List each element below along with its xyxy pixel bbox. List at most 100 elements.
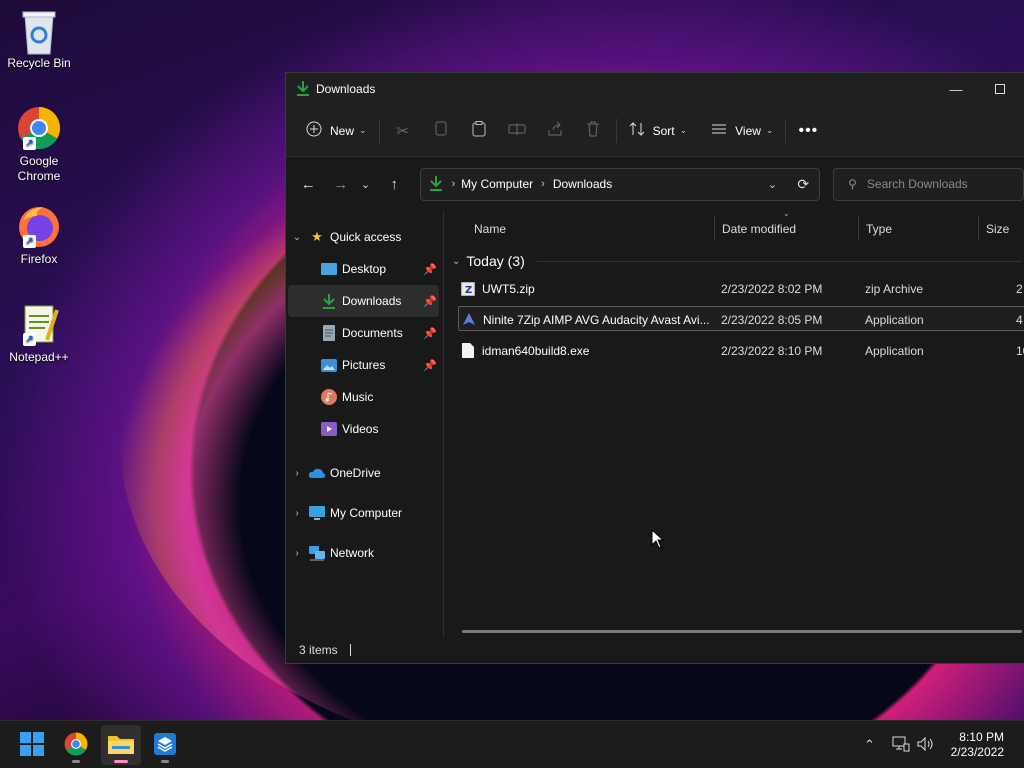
up-button[interactable]: ↑ xyxy=(380,169,409,199)
share-button[interactable] xyxy=(536,115,574,147)
arrow-left-icon: ← xyxy=(300,175,316,193)
chevron-up-icon: ⌃ xyxy=(864,737,875,752)
package-app-icon xyxy=(153,732,177,759)
start-button[interactable] xyxy=(12,725,52,765)
cut-button[interactable]: ✂ xyxy=(384,115,422,147)
nav-videos[interactable]: Videos xyxy=(286,413,443,445)
chevron-down-icon: ⌄ xyxy=(360,178,371,191)
chevron-down-icon: ⌄ xyxy=(765,125,774,135)
show-hidden-icons-button[interactable]: ⌃ xyxy=(864,721,875,768)
nav-quick-access[interactable]: ⌄ ★ Quick access xyxy=(286,221,443,253)
maximize-button[interactable] xyxy=(977,73,1023,105)
file-explorer-window: Downloads — New ⌄ ✂ Sort ⌄ View ⌄ ••• ← … xyxy=(285,72,1024,664)
minimize-icon: — xyxy=(949,81,963,97)
search-input[interactable]: ⚲ Search Downloads xyxy=(833,167,1024,201)
chevron-right-icon: › xyxy=(541,178,545,190)
status-bar: 3 items xyxy=(286,637,1024,663)
pin-icon[interactable]: 📌 xyxy=(423,295,437,308)
delete-button[interactable] xyxy=(574,115,612,147)
pin-icon[interactable]: 📌 xyxy=(423,263,437,276)
sort-chevron-icon: ⌄ xyxy=(783,209,790,218)
copy-icon xyxy=(434,121,448,141)
sort-icon xyxy=(629,122,645,139)
view-button[interactable]: View ⌄ xyxy=(703,115,781,147)
chevron-right-icon: › xyxy=(295,467,299,479)
status-divider xyxy=(349,644,351,656)
exe-file-icon xyxy=(460,343,476,359)
arrow-right-icon: → xyxy=(333,175,349,193)
address-history-chevron-icon[interactable]: ⌄ xyxy=(768,178,777,191)
nav-network[interactable]: › Network xyxy=(286,533,443,573)
address-bar[interactable]: › My Computer › Downloads ⌄ ⟳ xyxy=(420,167,821,201)
breadcrumb-downloads[interactable]: Downloads xyxy=(553,177,612,191)
nav-my-computer[interactable]: › My Computer xyxy=(286,493,443,533)
nav-pictures[interactable]: Pictures 📌 xyxy=(286,349,443,381)
column-name[interactable]: Name xyxy=(468,211,506,247)
minimize-button[interactable]: — xyxy=(933,73,979,105)
title-bar[interactable]: Downloads — xyxy=(286,73,1024,105)
new-button[interactable]: New ⌄ xyxy=(298,115,375,147)
network-icon xyxy=(308,545,326,561)
desktop-icon-firefox[interactable]: ↗ Firefox xyxy=(4,204,74,267)
recent-locations-button[interactable]: ⌄ xyxy=(355,169,376,199)
arrow-up-icon: ↑ xyxy=(390,175,398,193)
videos-icon xyxy=(320,421,338,437)
column-divider[interactable] xyxy=(858,215,859,241)
horizontal-scrollbar[interactable] xyxy=(462,630,1022,633)
column-type[interactable]: Type xyxy=(860,211,892,247)
sort-button[interactable]: Sort ⌄ xyxy=(621,115,696,147)
desktop-icon-notepadpp[interactable]: ↗ Notepad++ xyxy=(4,302,74,365)
desktop-icon-chrome[interactable]: ↗ Google Chrome xyxy=(4,106,74,184)
file-row[interactable]: idman640build8.exe 2/23/2022 8:10 PM App… xyxy=(458,338,1024,363)
group-divider xyxy=(536,260,1022,262)
ninite-icon xyxy=(461,312,477,328)
window-title: Downloads xyxy=(316,82,376,96)
breadcrumb-my-computer[interactable]: My Computer xyxy=(461,177,533,191)
column-divider[interactable] xyxy=(714,215,715,241)
taskbar-chrome[interactable] xyxy=(56,725,96,765)
forward-button[interactable]: → xyxy=(327,169,356,199)
refresh-button[interactable]: ⟳ xyxy=(797,176,809,193)
copy-button[interactable] xyxy=(422,115,460,147)
file-list: Name Date modified ⌄ Type Size ⌄ Today (… xyxy=(444,209,1024,637)
firefox-icon: ↗ xyxy=(17,204,61,248)
system-clock[interactable]: 8:10 PM 2/23/2022 xyxy=(951,730,1004,760)
nav-desktop[interactable]: Desktop 📌 xyxy=(286,253,443,285)
nav-downloads[interactable]: Downloads 📌 xyxy=(288,285,439,317)
folder-icon xyxy=(108,733,134,758)
network-tray-icon xyxy=(892,736,910,755)
network-status-button[interactable] xyxy=(892,721,910,768)
taskbar-file-explorer[interactable] xyxy=(101,725,141,765)
rename-button[interactable] xyxy=(498,115,536,147)
nav-documents[interactable]: Documents 📌 xyxy=(286,317,443,349)
clock-date: 2/23/2022 xyxy=(950,745,1004,759)
nav-onedrive[interactable]: › OneDrive xyxy=(286,453,443,493)
back-button[interactable]: ← xyxy=(294,169,323,199)
file-row[interactable]: Ninite 7Zip AIMP AVG Audacity Avast Avi.… xyxy=(458,306,1024,331)
share-icon xyxy=(547,121,563,141)
column-headers: Name Date modified ⌄ Type Size xyxy=(444,209,1024,247)
volume-button[interactable] xyxy=(917,721,935,768)
pictures-icon xyxy=(320,357,338,373)
item-count: 3 items xyxy=(299,643,338,657)
chevron-down-icon: ⌄ xyxy=(679,125,688,135)
document-icon xyxy=(320,325,338,341)
taskbar-app-package[interactable] xyxy=(145,725,185,765)
clock-time: 8:10 PM xyxy=(959,730,1004,744)
computer-icon xyxy=(308,505,326,521)
paste-button[interactable] xyxy=(460,115,498,147)
pin-icon[interactable]: 📌 xyxy=(423,327,437,340)
nav-music[interactable]: Music xyxy=(286,381,443,413)
svg-text:Z: Z xyxy=(465,285,472,296)
group-header-today[interactable]: ⌄ Today (3) xyxy=(452,247,1022,275)
pin-icon[interactable]: 📌 xyxy=(423,359,437,372)
chrome-icon xyxy=(64,732,88,759)
list-view-icon xyxy=(711,123,727,138)
search-icon: ⚲ xyxy=(848,177,857,191)
more-options-button[interactable]: ••• xyxy=(790,115,826,147)
column-divider[interactable] xyxy=(978,215,979,241)
column-size[interactable]: Size xyxy=(980,211,1009,247)
file-row[interactable]: Z UWT5.zip 2/23/2022 8:02 PM zip Archive… xyxy=(458,276,1024,301)
desktop-icon-recycle-bin[interactable]: Recycle Bin xyxy=(4,8,74,71)
desktop-folder-icon xyxy=(320,261,338,277)
